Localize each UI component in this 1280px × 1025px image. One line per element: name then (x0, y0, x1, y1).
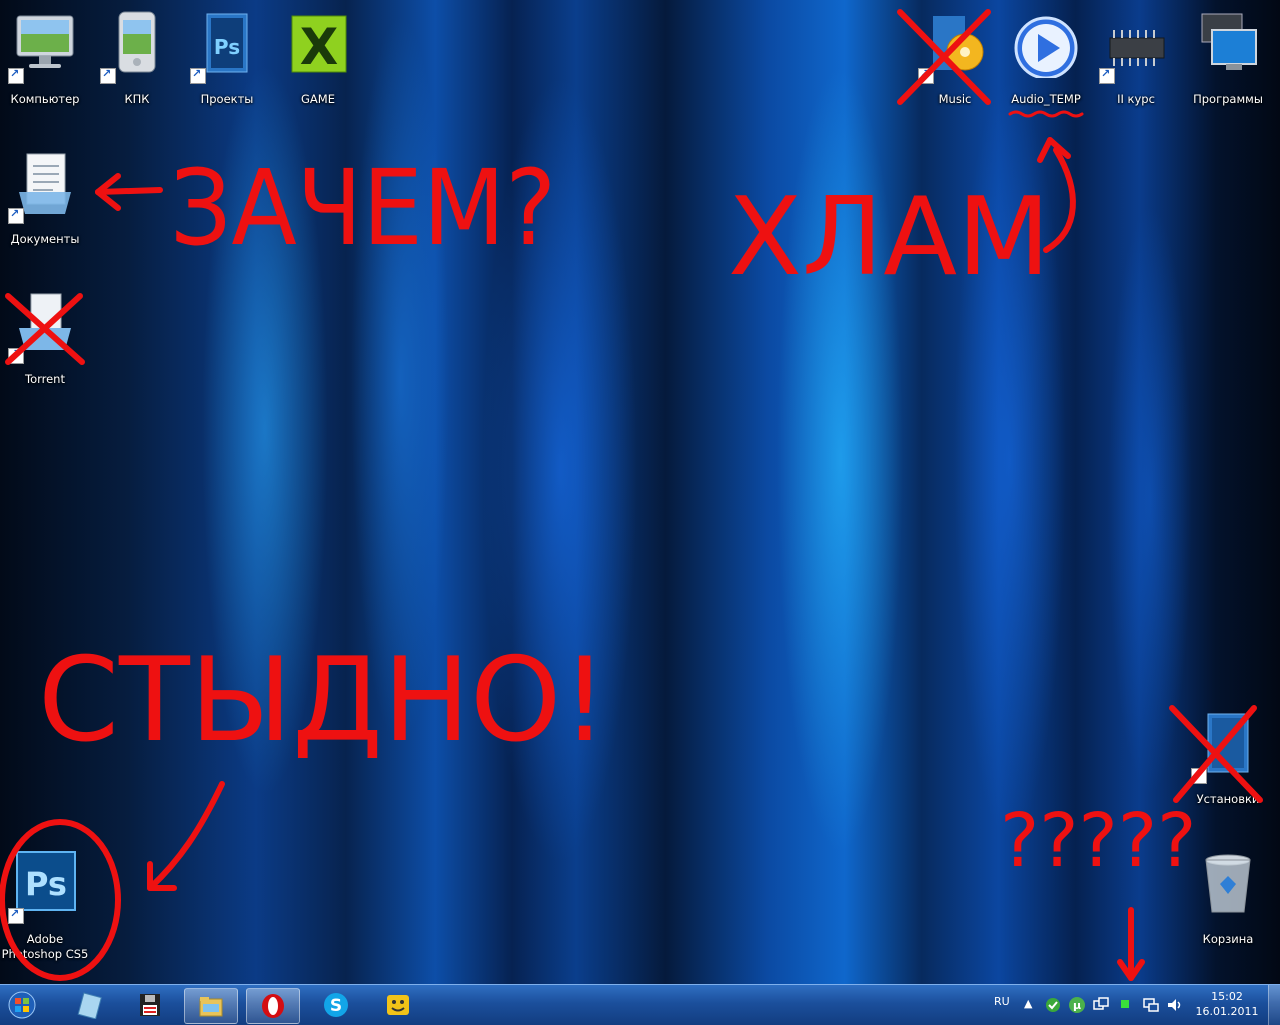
skype-icon: S (324, 993, 348, 1017)
chat-tray-icon (1046, 998, 1060, 1012)
svg-text:S: S (330, 996, 342, 1016)
utorrent-icon: µ (1069, 997, 1085, 1013)
tray-icon-utorrent[interactable]: µ (1068, 996, 1086, 1014)
icon-label: GAME (301, 92, 335, 106)
notepad-icon (77, 992, 102, 1019)
arrow-to-documents (95, 187, 163, 195)
monitors-icon (1196, 8, 1260, 78)
icon-label: Документы (10, 232, 80, 246)
icon-label: Adobe Photoshop CS5 (1, 932, 89, 961)
taskbar: S RU ▲ µ 15:02 16.01.2011 (0, 984, 1280, 1025)
tray-icon-volume[interactable] (1166, 996, 1184, 1014)
tray-icon-chat[interactable] (1044, 996, 1062, 1014)
icon-label: Компьютер (10, 92, 80, 106)
desktop-icon-projects[interactable]: Ps Проекты (182, 0, 272, 110)
floppy-disk-icon (140, 994, 160, 1016)
show-desktop-button[interactable] (1268, 985, 1280, 1025)
icon-label: Torrent (25, 372, 65, 386)
svg-text:Ps: Ps (25, 865, 67, 903)
show-hidden-icons-button[interactable]: ▲ (1024, 997, 1032, 1010)
desktop-icon-audio-temp[interactable]: Audio_TEMP (1001, 0, 1091, 110)
media-play-icon (1014, 8, 1078, 80)
clock-time: 15:02 (1211, 990, 1243, 1003)
arrow-to-photoshop (147, 781, 225, 891)
taskbar-notepad[interactable] (64, 988, 116, 1022)
desktop-icon-music[interactable]: Music (910, 0, 1000, 110)
underline-audio-temp (1008, 110, 1084, 118)
green-square-icon (1121, 1000, 1129, 1008)
taskbar-explorer[interactable] (184, 988, 238, 1024)
volume-icon (1168, 999, 1181, 1011)
desktop-icon-ii-kurs[interactable]: II курс (1091, 0, 1181, 110)
shortcut-arrow-icon (8, 347, 24, 364)
icon-label: II курс (1117, 92, 1155, 106)
shortcut-arrow-icon (8, 67, 24, 84)
desktop-icon-computer[interactable]: Компьютер (0, 0, 90, 110)
desktop-icon-kpk[interactable]: КПК (92, 0, 182, 110)
arrow-to-audio-temp (1043, 147, 1076, 253)
network-icon (1143, 998, 1159, 1012)
svg-text:Ps: Ps (214, 35, 240, 59)
folder-icon (199, 997, 223, 1017)
clock[interactable]: 15:02 16.01.2011 (1192, 989, 1262, 1023)
desktop-icon-installs[interactable]: Установки (1183, 700, 1273, 810)
desktop: Компьютер КПК Ps Проекты (0, 0, 1280, 984)
game-x-icon: X (286, 8, 350, 78)
icon-label: Программы (1193, 92, 1263, 106)
desktop-icon-documents[interactable]: Документы (0, 140, 90, 250)
recycle-bin-icon (1196, 848, 1260, 918)
taskbar-qip[interactable] (372, 988, 424, 1022)
clock-date: 16.01.2011 (1195, 1005, 1259, 1018)
desktop-icon-torrent[interactable]: Torrent (0, 280, 90, 390)
taskbar-skype[interactable]: S (310, 988, 362, 1022)
qip-icon (387, 995, 409, 1015)
desktop-icon-recycle-bin[interactable]: Корзина (1183, 840, 1273, 950)
language-indicator[interactable]: RU (994, 995, 1010, 1008)
annotations-overlay: ЗАЧЕМ? ХЛАМ СТЫДНО! ????? (0, 9, 1263, 981)
shortcut-arrow-icon (1099, 67, 1115, 84)
shortcut-arrow-icon (8, 207, 24, 224)
icon-label: Проекты (200, 92, 254, 106)
tray-icon-network[interactable] (1142, 996, 1160, 1014)
shortcut-arrow-icon (8, 907, 24, 924)
desktop-icon-photoshop[interactable]: Ps Adobe Photoshop CS5 (0, 840, 90, 970)
taskbar-floppy[interactable] (124, 988, 176, 1022)
svg-text:µ: µ (1073, 999, 1081, 1012)
annotation-stydno: СТЫДНО! (38, 633, 608, 768)
icon-label: Установки (1196, 792, 1260, 806)
icon-label: Audio_TEMP (1011, 92, 1081, 106)
svg-text:X: X (300, 18, 339, 76)
icon-label: Корзина (1202, 932, 1254, 946)
icon-label: Music (938, 92, 972, 106)
desktop-icon-game[interactable]: X GAME (273, 0, 363, 110)
opera-icon (262, 994, 284, 1018)
annotation-hlam: ХЛАМ (728, 175, 1050, 300)
tray-icon-devices[interactable] (1092, 996, 1110, 1014)
start-button[interactable] (2, 988, 46, 1022)
taskbar-opera[interactable] (246, 988, 300, 1024)
shortcut-arrow-icon (100, 67, 116, 84)
desktop-icon-programs[interactable]: Программы (1183, 0, 1273, 110)
shortcut-arrow-icon (918, 67, 934, 84)
annotation-questions: ????? (1000, 798, 1196, 884)
annotation-zachem: ЗАЧЕМ? (170, 147, 556, 269)
windows-orb-icon (8, 991, 36, 1019)
devices-icon (1093, 997, 1109, 1010)
icon-label: КПК (124, 92, 150, 106)
tray-icon-unknown[interactable] (1120, 999, 1130, 1009)
shortcut-arrow-icon (190, 67, 206, 84)
shortcut-arrow-icon (1191, 767, 1207, 784)
